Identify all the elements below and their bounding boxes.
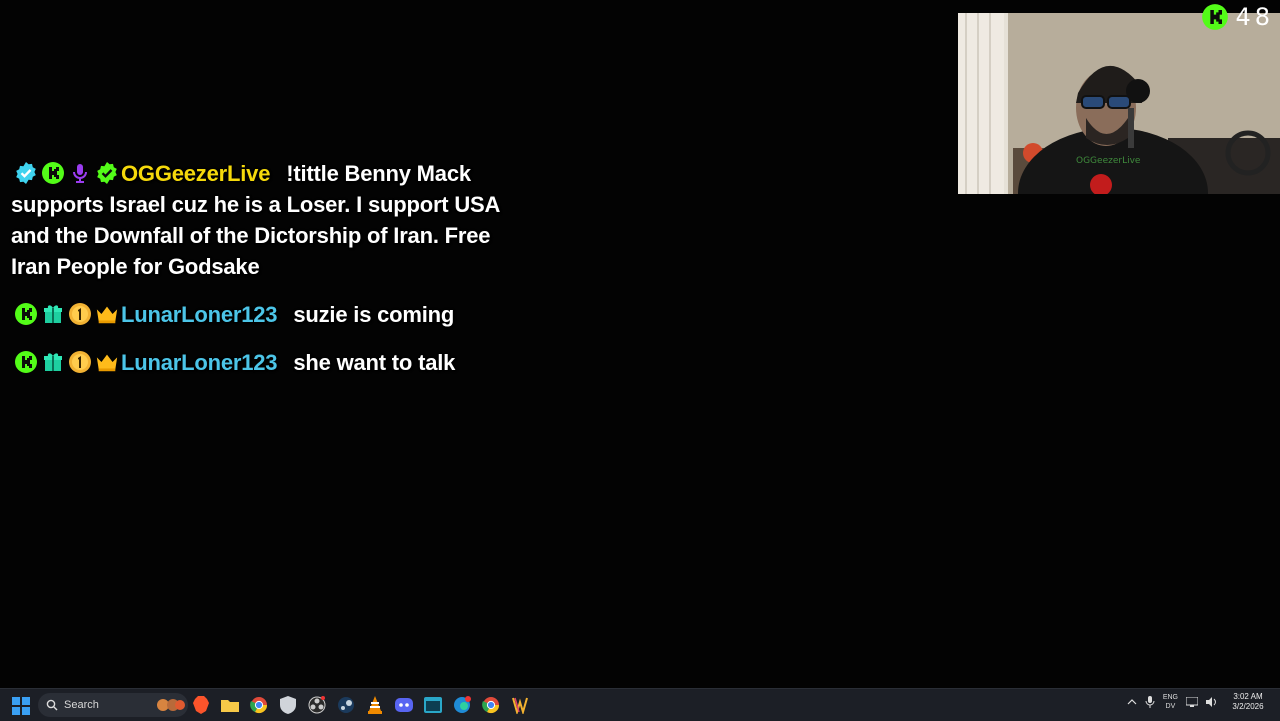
kick-icon <box>14 302 38 326</box>
crown-icon <box>95 350 119 374</box>
volume-icon[interactable] <box>1206 697 1218 707</box>
chat-message: LunarLoner123 she want to talk <box>11 347 511 378</box>
file-explorer-icon[interactable] <box>219 694 241 716</box>
svg-text:OGGeezerLive: OGGeezerLive <box>1076 156 1141 166</box>
chat-overlay: OGGeezerLive !tittle Benny Mack supports … <box>11 158 511 395</box>
language-indicator[interactable]: ENG DV <box>1163 693 1178 711</box>
windows-taskbar: Search ENG DV 3:02 AM 3/2/2026 <box>0 688 1280 721</box>
stream-canvas: OGGeezerLive !tittle Benny Mack supports … <box>0 0 1280 688</box>
gift-icon <box>41 350 65 374</box>
obs-icon[interactable] <box>306 694 328 716</box>
system-tray: ENG DV 3:02 AM 3/2/2026 <box>1127 692 1270 712</box>
chat-username[interactable]: LunarLoner123 <box>121 302 278 327</box>
taskbar-search[interactable]: Search <box>38 693 188 717</box>
check-icon <box>95 161 119 185</box>
gift-icon <box>41 302 65 326</box>
brave-icon[interactable] <box>190 694 212 716</box>
kick-icon <box>41 161 65 185</box>
shield-app-icon[interactable] <box>277 694 299 716</box>
chevron-up-icon[interactable] <box>1127 698 1137 706</box>
search-label: Search <box>64 699 99 711</box>
network-icon[interactable] <box>1186 697 1198 707</box>
app-window-icon[interactable] <box>422 694 444 716</box>
discord-icon[interactable] <box>393 694 415 716</box>
clock-date: 3/2/2026 <box>1232 702 1264 711</box>
viewer-count: 48 <box>1235 3 1274 31</box>
chat-message: LunarLoner123 suzie is coming <box>11 299 511 330</box>
clock-time: 3:02 AM <box>1233 692 1263 701</box>
verified-icon <box>14 161 38 185</box>
steam-icon[interactable] <box>335 694 357 716</box>
windows-icon <box>12 697 30 715</box>
kick-icon <box>1202 4 1229 30</box>
taskbar-clock[interactable]: 3:02 AM 3/2/2026 <box>1226 692 1270 712</box>
language-code: ENG <box>1162 694 1178 701</box>
chat-text: suzie is coming <box>293 302 455 327</box>
edge-icon[interactable] <box>451 694 473 716</box>
chat-text: she want to talk <box>293 350 456 375</box>
microphone-tray-icon[interactable] <box>1145 696 1155 708</box>
pinned-apps <box>190 694 531 716</box>
winamp-icon[interactable] <box>509 694 531 716</box>
chrome-icon[interactable] <box>248 694 270 716</box>
webcam-image: OGGeezerLive <box>958 13 1280 194</box>
chat-username[interactable]: OGGeezerLive <box>121 161 270 186</box>
one-badge-icon <box>68 350 92 374</box>
badge-group <box>14 302 119 326</box>
viewer-counter: 48 <box>1201 3 1274 31</box>
start-button[interactable] <box>12 697 30 720</box>
vlc-icon[interactable] <box>364 694 386 716</box>
one-badge-icon <box>68 302 92 326</box>
badge-group <box>14 161 119 185</box>
search-highlight-icon <box>156 699 185 711</box>
kick-icon <box>14 350 38 374</box>
keyboard-layout: DV <box>1165 703 1176 710</box>
search-icon <box>46 699 58 711</box>
webcam-feed: OGGeezerLive <box>958 13 1280 194</box>
badge-group <box>14 350 119 374</box>
microphone-icon <box>68 161 92 185</box>
chat-message: OGGeezerLive !tittle Benny Mack supports … <box>11 158 511 282</box>
chat-username[interactable]: LunarLoner123 <box>121 350 278 375</box>
chrome-alt-icon[interactable] <box>480 694 502 716</box>
crown-icon <box>95 302 119 326</box>
